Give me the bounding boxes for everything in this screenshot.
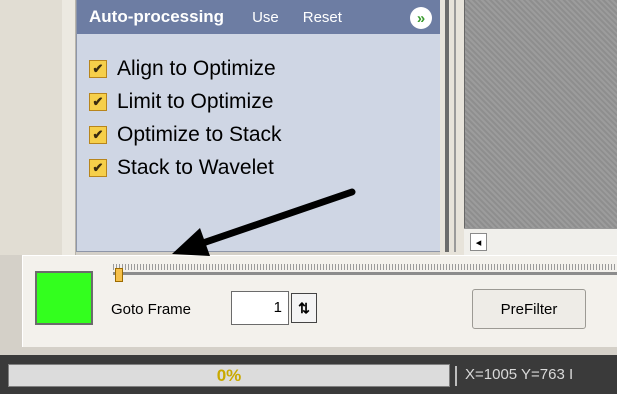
- progress-bar: 0%: [8, 364, 450, 387]
- panel-splitter[interactable]: [440, 0, 464, 255]
- auto-processing-title: Auto-processing: [89, 7, 225, 26]
- collapse-icon[interactable]: »: [410, 7, 432, 29]
- reset-link[interactable]: Reset: [303, 9, 342, 26]
- align-to-optimize-option[interactable]: ✔ Align to Optimize: [89, 52, 282, 85]
- checkbox[interactable]: ✔: [89, 59, 107, 78]
- color-swatch[interactable]: [35, 271, 93, 325]
- progress-text: 0%: [216, 365, 242, 385]
- option-label: Optimize to Stack: [117, 122, 282, 146]
- goto-frame-input[interactable]: 1: [231, 291, 289, 325]
- checkbox[interactable]: ✔: [89, 125, 107, 144]
- option-label: Stack to Wavelet: [117, 155, 274, 179]
- stack-to-wavelet-option[interactable]: ✔ Stack to Wavelet: [89, 151, 282, 184]
- frame-timeline[interactable]: [113, 262, 617, 284]
- auto-processing-header: Auto-processing Use Reset »: [77, 0, 440, 34]
- status-bar: 0% X=1005 Y=763 I: [0, 355, 617, 394]
- goto-frame-stepper[interactable]: ⇅: [291, 293, 317, 323]
- checkbox[interactable]: ✔: [89, 158, 107, 177]
- timeline-thumb[interactable]: [115, 268, 123, 282]
- frame-control-panel: Goto Frame 1 ⇅ PreFilter: [22, 255, 617, 347]
- auto-processing-panel: Auto-processing Use Reset » ✔ Align to O…: [76, 0, 440, 252]
- status-divider: [455, 366, 457, 386]
- image-preview: [464, 0, 617, 228]
- auto-processing-list: ✔ Align to Optimize ✔ Limit to Optimize …: [89, 52, 282, 184]
- separator: [0, 347, 617, 355]
- option-label: Align to Optimize: [117, 56, 276, 80]
- use-link[interactable]: Use: [252, 9, 279, 26]
- optimize-to-stack-option[interactable]: ✔ Optimize to Stack: [89, 118, 282, 151]
- splitter-grip: [445, 0, 449, 252]
- prefilter-button[interactable]: PreFilter: [472, 289, 586, 329]
- horizontal-scrollbar[interactable]: ◂: [464, 228, 617, 255]
- scroll-left-button[interactable]: ◂: [470, 233, 487, 251]
- checkbox[interactable]: ✔: [89, 92, 107, 111]
- cursor-coordinates: X=1005 Y=763 I: [465, 366, 574, 383]
- limit-to-optimize-option[interactable]: ✔ Limit to Optimize: [89, 85, 282, 118]
- timeline-track: [113, 272, 617, 275]
- option-label: Limit to Optimize: [117, 89, 274, 113]
- goto-frame-label: Goto Frame: [111, 301, 192, 318]
- splitter-grip: [454, 0, 456, 252]
- left-panel-edge: [62, 0, 76, 255]
- timeline-ticks: [113, 264, 617, 270]
